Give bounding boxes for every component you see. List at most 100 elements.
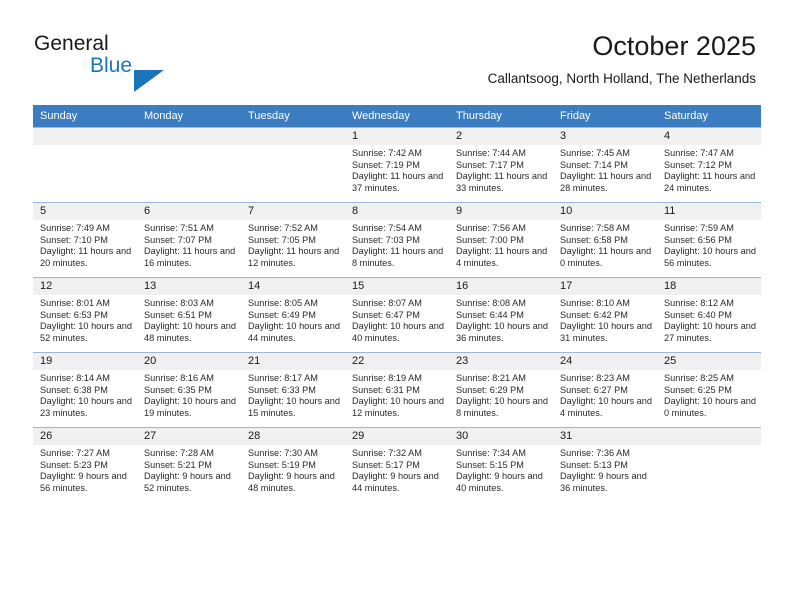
calendar-cell-day[interactable]: 1 Sunrise: 7:42 AM Sunset: 7:19 PM Daylight… bbox=[345, 127, 449, 203]
daylight-text: Daylight: 11 hours and 28 minutes. bbox=[560, 171, 652, 193]
calendar-cell-day[interactable]: 28 Sunrise: 7:30 AM Sunset: 5:19 PM Dayligh… bbox=[241, 427, 345, 502]
day-sun-info: Sunrise: 7:52 AM Sunset: 7:05 PM Daylight:… bbox=[241, 220, 345, 269]
calendar-cell-day[interactable]: 9 Sunrise: 7:56 AM Sunset: 7:00 PM Daylight… bbox=[449, 202, 553, 278]
calendar-cell-day[interactable]: 17 Sunrise: 8:10 AM Sunset: 6:42 PM Dayligh… bbox=[553, 277, 657, 353]
calendar-cell-day[interactable]: 10 Sunrise: 7:58 AM Sunset: 6:58 PM Dayligh… bbox=[553, 202, 657, 278]
daylight-text: Daylight: 9 hours and 48 minutes. bbox=[248, 471, 335, 493]
sunset-text: Sunset: 6:53 PM bbox=[40, 309, 108, 320]
day-cell: 31 Sunrise: 7:36 AM Sunset: 5:13 PM Dayligh… bbox=[553, 428, 657, 502]
calendar-week-row: 12 Sunrise: 8:01 AM Sunset: 6:53 PM Dayligh… bbox=[33, 277, 761, 353]
calendar-cell-day[interactable]: 21 Sunrise: 8:17 AM Sunset: 6:33 PM Dayligh… bbox=[241, 352, 345, 428]
sunrise-text: Sunrise: 7:56 AM bbox=[456, 223, 526, 233]
day-cell: 1 Sunrise: 7:42 AM Sunset: 7:19 PM Daylight… bbox=[345, 128, 449, 202]
logo-text-general: General bbox=[34, 32, 109, 55]
sunrise-text: Sunrise: 8:17 AM bbox=[248, 373, 318, 383]
daylight-text: Daylight: 11 hours and 4 minutes. bbox=[456, 246, 548, 268]
daylight-text: Daylight: 11 hours and 24 minutes. bbox=[664, 171, 756, 193]
general-blue-logo[interactable]: General Blue bbox=[34, 32, 214, 92]
daylight-text: Daylight: 11 hours and 20 minutes. bbox=[40, 246, 132, 268]
calendar-cell-day[interactable]: 22 Sunrise: 8:19 AM Sunset: 6:31 PM Dayligh… bbox=[345, 352, 449, 428]
sunset-text: Sunset: 5:21 PM bbox=[144, 459, 212, 470]
day-cell: 14 Sunrise: 8:05 AM Sunset: 6:49 PM Dayligh… bbox=[241, 278, 345, 352]
day-number: 8 bbox=[345, 203, 449, 220]
calendar-cell-day[interactable]: 25 Sunrise: 8:25 AM Sunset: 6:25 PM Dayligh… bbox=[657, 352, 761, 428]
sunrise-text: Sunrise: 8:03 AM bbox=[144, 298, 214, 308]
day-sun-info: Sunrise: 8:14 AM Sunset: 6:38 PM Daylight:… bbox=[33, 370, 137, 419]
calendar-cell-day[interactable]: 2 Sunrise: 7:44 AM Sunset: 7:17 PM Daylight… bbox=[449, 127, 553, 203]
day-sun-info: Sunrise: 7:49 AM Sunset: 7:10 PM Daylight:… bbox=[33, 220, 137, 269]
calendar-cell-day[interactable]: 7 Sunrise: 7:52 AM Sunset: 7:05 PM Daylight… bbox=[241, 202, 345, 278]
calendar-cell-day[interactable]: 6 Sunrise: 7:51 AM Sunset: 7:07 PM Daylight… bbox=[137, 202, 241, 278]
calendar-cell-day[interactable]: 4 Sunrise: 7:47 AM Sunset: 7:12 PM Daylight… bbox=[657, 127, 761, 203]
calendar-cell-day[interactable]: 30 Sunrise: 7:34 AM Sunset: 5:15 PM Dayligh… bbox=[449, 427, 553, 502]
day-sun-info: Sunrise: 7:28 AM Sunset: 5:21 PM Daylight:… bbox=[137, 445, 241, 494]
day-sun-info: Sunrise: 8:23 AM Sunset: 6:27 PM Daylight:… bbox=[553, 370, 657, 419]
sunset-text: Sunset: 7:00 PM bbox=[456, 234, 524, 245]
day-number: 14 bbox=[241, 278, 345, 295]
day-sun-info: Sunrise: 8:25 AM Sunset: 6:25 PM Daylight:… bbox=[657, 370, 761, 419]
daylight-text: Daylight: 10 hours and 56 minutes. bbox=[664, 246, 756, 268]
sunrise-text: Sunrise: 8:07 AM bbox=[352, 298, 422, 308]
calendar-week-row: 26 Sunrise: 7:27 AM Sunset: 5:23 PM Dayligh… bbox=[33, 427, 761, 502]
sunset-text: Sunset: 6:38 PM bbox=[40, 384, 108, 395]
calendar-cell-day[interactable]: 14 Sunrise: 8:05 AM Sunset: 6:49 PM Dayligh… bbox=[241, 277, 345, 353]
sunset-text: Sunset: 5:19 PM bbox=[248, 459, 316, 470]
day-cell: 17 Sunrise: 8:10 AM Sunset: 6:42 PM Dayligh… bbox=[553, 278, 657, 352]
sunset-text: Sunset: 6:33 PM bbox=[248, 384, 316, 395]
day-number: 13 bbox=[137, 278, 241, 295]
sunrise-text: Sunrise: 7:47 AM bbox=[664, 148, 734, 158]
calendar-cell-day[interactable]: 31 Sunrise: 7:36 AM Sunset: 5:13 PM Dayligh… bbox=[553, 427, 657, 502]
day-number: 27 bbox=[137, 428, 241, 445]
calendar-cell-day[interactable]: 26 Sunrise: 7:27 AM Sunset: 5:23 PM Dayligh… bbox=[33, 427, 137, 502]
page-subtitle: Callantsoog, North Holland, The Netherla… bbox=[487, 71, 756, 86]
calendar-cell-day[interactable]: 8 Sunrise: 7:54 AM Sunset: 7:03 PM Daylight… bbox=[345, 202, 449, 278]
calendar-cell-day[interactable]: 20 Sunrise: 8:16 AM Sunset: 6:35 PM Dayligh… bbox=[137, 352, 241, 428]
calendar-cell-day[interactable]: 16 Sunrise: 8:08 AM Sunset: 6:44 PM Dayligh… bbox=[449, 277, 553, 353]
daylight-text: Daylight: 9 hours and 36 minutes. bbox=[560, 471, 647, 493]
calendar-cell-day[interactable]: 19 Sunrise: 8:14 AM Sunset: 6:38 PM Dayligh… bbox=[33, 352, 137, 428]
sunrise-text: Sunrise: 8:16 AM bbox=[144, 373, 214, 383]
calendar-cell-day[interactable]: 11 Sunrise: 7:59 AM Sunset: 6:56 PM Dayligh… bbox=[657, 202, 761, 278]
sunrise-text: Sunrise: 8:08 AM bbox=[456, 298, 526, 308]
sunset-text: Sunset: 6:56 PM bbox=[664, 234, 732, 245]
calendar-cell-day[interactable]: 12 Sunrise: 8:01 AM Sunset: 6:53 PM Dayligh… bbox=[33, 277, 137, 353]
day-sun-info: Sunrise: 8:16 AM Sunset: 6:35 PM Daylight:… bbox=[137, 370, 241, 419]
calendar-cell-day[interactable]: 23 Sunrise: 8:21 AM Sunset: 6:29 PM Dayligh… bbox=[449, 352, 553, 428]
calendar-cell-day[interactable]: 5 Sunrise: 7:49 AM Sunset: 7:10 PM Daylight… bbox=[33, 202, 137, 278]
sunset-text: Sunset: 7:03 PM bbox=[352, 234, 420, 245]
sunset-text: Sunset: 6:40 PM bbox=[664, 309, 732, 320]
day-sun-info: Sunrise: 7:59 AM Sunset: 6:56 PM Daylight:… bbox=[657, 220, 761, 269]
sunrise-text: Sunrise: 8:05 AM bbox=[248, 298, 318, 308]
day-number bbox=[33, 128, 137, 145]
logo-triangle-icon bbox=[134, 70, 164, 92]
sunrise-text: Sunrise: 8:23 AM bbox=[560, 373, 630, 383]
day-cell: 13 Sunrise: 8:03 AM Sunset: 6:51 PM Dayligh… bbox=[137, 278, 241, 352]
calendar-week-row: 19 Sunrise: 8:14 AM Sunset: 6:38 PM Dayligh… bbox=[33, 352, 761, 428]
daylight-text: Daylight: 11 hours and 37 minutes. bbox=[352, 171, 444, 193]
calendar-cell-day[interactable]: 13 Sunrise: 8:03 AM Sunset: 6:51 PM Dayligh… bbox=[137, 277, 241, 353]
calendar-cell-day[interactable]: 15 Sunrise: 8:07 AM Sunset: 6:47 PM Dayligh… bbox=[345, 277, 449, 353]
day-cell: 11 Sunrise: 7:59 AM Sunset: 6:56 PM Dayligh… bbox=[657, 203, 761, 277]
day-number: 16 bbox=[449, 278, 553, 295]
calendar-cell-day[interactable]: 29 Sunrise: 7:32 AM Sunset: 5:17 PM Dayligh… bbox=[345, 427, 449, 502]
day-number: 19 bbox=[33, 353, 137, 370]
day-number: 26 bbox=[33, 428, 137, 445]
sunrise-text: Sunrise: 8:25 AM bbox=[664, 373, 734, 383]
daylight-text: Daylight: 10 hours and 19 minutes. bbox=[144, 396, 236, 418]
calendar-cell-day[interactable]: 24 Sunrise: 8:23 AM Sunset: 6:27 PM Dayligh… bbox=[553, 352, 657, 428]
day-cell: 24 Sunrise: 8:23 AM Sunset: 6:27 PM Dayligh… bbox=[553, 353, 657, 427]
day-cell bbox=[137, 128, 241, 202]
day-cell: 29 Sunrise: 7:32 AM Sunset: 5:17 PM Dayligh… bbox=[345, 428, 449, 502]
day-sun-info: Sunrise: 7:47 AM Sunset: 7:12 PM Daylight:… bbox=[657, 145, 761, 194]
day-number: 15 bbox=[345, 278, 449, 295]
daylight-text: Daylight: 11 hours and 0 minutes. bbox=[560, 246, 652, 268]
sunset-text: Sunset: 6:58 PM bbox=[560, 234, 628, 245]
sunrise-text: Sunrise: 7:30 AM bbox=[248, 448, 318, 458]
calendar-cell-day[interactable]: 27 Sunrise: 7:28 AM Sunset: 5:21 PM Dayligh… bbox=[137, 427, 241, 502]
day-number bbox=[137, 128, 241, 145]
calendar-grid: Sunday Monday Tuesday Wednesday Thursday… bbox=[33, 105, 761, 502]
calendar-cell-day[interactable]: 3 Sunrise: 7:45 AM Sunset: 7:14 PM Daylight… bbox=[553, 127, 657, 203]
calendar-cell-day[interactable]: 18 Sunrise: 8:12 AM Sunset: 6:40 PM Dayligh… bbox=[657, 277, 761, 353]
sunrise-text: Sunrise: 7:36 AM bbox=[560, 448, 630, 458]
sunrise-text: Sunrise: 7:28 AM bbox=[144, 448, 214, 458]
